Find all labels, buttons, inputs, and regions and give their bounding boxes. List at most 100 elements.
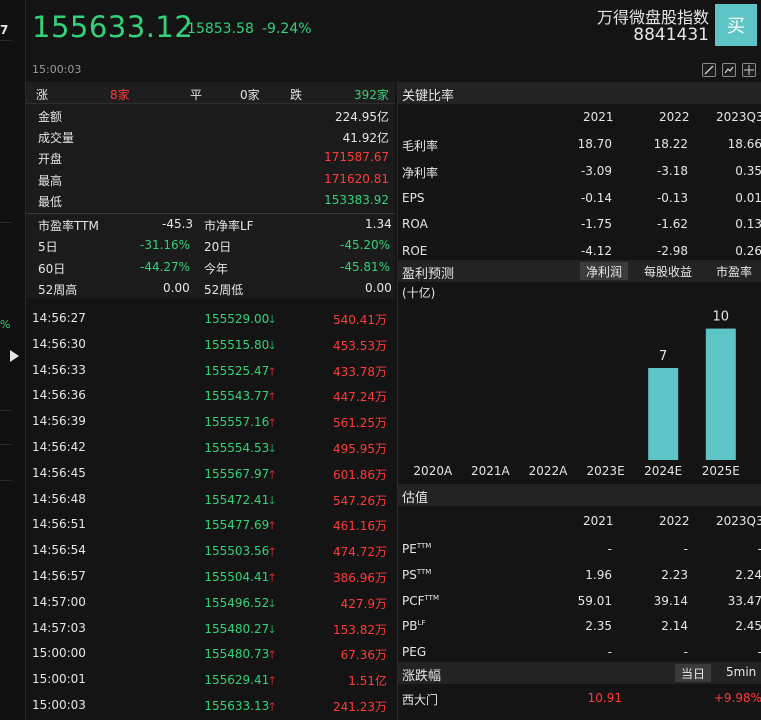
- ratio-value: -0.13: [656, 191, 688, 205]
- ratio-label: ROA: [402, 217, 428, 231]
- ratio-row: 5日 -31.16% 20日 -45.20%: [26, 235, 395, 257]
- tick-volume: 547.26万: [333, 493, 387, 508]
- section-title: 盈利预测: [402, 267, 455, 282]
- stat-label: 最高: [38, 174, 63, 188]
- x-tick-label: 2020A: [413, 464, 453, 478]
- tab-net-profit[interactable]: 净利润: [580, 262, 629, 280]
- stat-label: 最低: [38, 195, 63, 209]
- tick-list[interactable]: 14:56:27 155529.00🡓 540.41万 14:56:30 155515.…: [26, 298, 395, 720]
- tick-price-value: 155472.41: [204, 492, 270, 507]
- tick-price-value: 155529.00: [204, 312, 270, 326]
- tab-today[interactable]: 当日: [675, 664, 712, 682]
- draw-line-icon[interactable]: [702, 63, 716, 77]
- valuation-label: PBLF: [402, 619, 425, 633]
- tick-row: 14:56:57 155504.41🡑 386.96万: [26, 564, 395, 590]
- tick-time: 14:56:42: [32, 440, 86, 454]
- x-tick-label: 2025E: [702, 464, 740, 478]
- tab-pe[interactable]: 市盈率: [710, 262, 758, 280]
- mover-pct: +9.98%: [713, 691, 761, 705]
- section-title: 涨跌幅: [402, 669, 442, 684]
- arrow-up-icon: 🡑: [269, 519, 275, 533]
- up-count: 8家: [110, 88, 130, 102]
- forecast-bar[interactable]: [705, 328, 736, 460]
- forecast-bar[interactable]: [648, 368, 679, 460]
- w52l-label: 52周低: [204, 283, 244, 297]
- down-count: 392家: [354, 88, 389, 102]
- tick-volume: 1.51亿: [348, 674, 387, 689]
- grid-layout-icon[interactable]: [742, 63, 756, 77]
- ratio-value: -4.12: [580, 244, 612, 258]
- movers-header: 涨跌幅 当日 5min: [398, 662, 761, 684]
- ratio-value: 0.26: [735, 244, 761, 258]
- w52h-label: 52周高: [38, 283, 78, 297]
- arrow-down-icon: 🡓: [269, 596, 275, 610]
- tick-row: 15:00:00 155480.73🡑 67.36万: [26, 641, 395, 667]
- tick-row: 14:56:36 155543.77🡑 447.24万: [26, 383, 395, 409]
- d60-value: -44.27%: [140, 260, 191, 274]
- mover-row[interactable]: 西大门 10.91 +9.98%: [398, 686, 761, 712]
- tick-row: 14:57:03 155480.27🡓 153.82万: [26, 616, 395, 642]
- valuation-label-text: PS: [402, 568, 417, 582]
- d5-label: 5日: [38, 240, 58, 254]
- forecast-chart: 2020A 2021A 2022A 2023E 7 2024E 10 2025E: [398, 282, 761, 482]
- valuation-value: 2.35: [585, 619, 612, 633]
- w52l-value: 0.00: [365, 281, 392, 295]
- ratio-value: -2.98: [656, 244, 688, 258]
- ratio-value: -3.18: [656, 164, 688, 178]
- tick-price: 155525.47🡑: [204, 363, 275, 382]
- forecast-bar-chart: 2020A 2021A 2022A 2023E 7 2024E 10 2025E: [413, 310, 740, 478]
- tick-time: 14:57:00: [32, 594, 86, 609]
- chart-export-icon[interactable]: [722, 63, 736, 77]
- stat-value: 171587.67: [324, 150, 389, 164]
- year-header: 2021: [583, 514, 614, 528]
- valuation-label-text: PCF: [402, 594, 425, 608]
- forecast-header: 盈利预测 净利润 每股收益 市盈率: [398, 260, 761, 282]
- tick-volume: 540.41万: [333, 313, 387, 327]
- stat-label: 成交量: [38, 131, 75, 145]
- arrow-down-icon: 🡓: [269, 338, 275, 352]
- tick-price: 155480.27🡓: [204, 621, 275, 640]
- valuation-label-text: PE: [402, 542, 417, 556]
- valuation-label-text: PB: [402, 619, 418, 633]
- ratio-value: -3.09: [580, 164, 612, 178]
- stat-label: 金额: [38, 110, 63, 124]
- expand-arrow-icon[interactable]: [10, 350, 19, 362]
- ratio-value: -1.75: [580, 217, 612, 231]
- flat-count: 0家: [240, 88, 260, 102]
- quote-header: 155633.12 -15853.58 -9.24% 万得微盘股指数 88414…: [26, 0, 761, 80]
- ratio-row: 52周高 0.00 52周低 0.00: [26, 278, 395, 300]
- valuation-value: 2.24: [735, 568, 761, 582]
- tick-row: 14:56:33 155525.47🡑 433.78万: [26, 358, 395, 384]
- tick-price: 155629.41🡑: [204, 672, 275, 691]
- valuation-label: PCFTTM: [402, 594, 439, 608]
- valuation-value: -: [607, 542, 612, 556]
- x-tick-label: 2021A: [471, 464, 511, 478]
- buy-button[interactable]: 买: [715, 4, 757, 46]
- tick-time: 14:56:57: [32, 569, 86, 583]
- valuation-value: 39.14: [653, 594, 688, 608]
- valuation-label-sup: TTM: [416, 542, 432, 550]
- edge-number: 7: [0, 23, 9, 37]
- tab-eps[interactable]: 每股收益: [638, 262, 698, 280]
- tick-price: 155515.80🡓: [204, 337, 275, 356]
- x-tick-label: 2023E: [587, 464, 625, 478]
- year-header: 2021: [583, 110, 614, 124]
- valuation-value: -: [607, 645, 612, 659]
- valuation-value: 1.96: [585, 568, 612, 582]
- tick-row: 14:56:54 155503.56🡑 474.72万: [26, 538, 395, 564]
- quote-time: 15:00:03: [32, 63, 82, 76]
- year-header: 2023Q3: [716, 110, 761, 124]
- tick-price-value: 155554.53: [204, 441, 270, 455]
- tick-price-value: 155567.97: [204, 466, 270, 481]
- ratio-row: 净利率 -3.09 -3.18 0.35: [398, 159, 761, 185]
- tick-price-value: 155504.41: [204, 570, 270, 584]
- divider: [0, 444, 12, 445]
- valuation-row: PCFTTM 59.01 39.14 33.47: [398, 589, 761, 615]
- ratio-label: EPS: [402, 191, 425, 205]
- tick-price: 155543.77🡑: [204, 388, 275, 407]
- divider: [0, 222, 12, 223]
- tab-5min[interactable]: 5min: [720, 664, 761, 682]
- arrow-down-icon: 🡓: [269, 442, 275, 455]
- tick-price: 155480.73🡑: [204, 646, 275, 665]
- tick-volume: 67.36万: [340, 648, 387, 663]
